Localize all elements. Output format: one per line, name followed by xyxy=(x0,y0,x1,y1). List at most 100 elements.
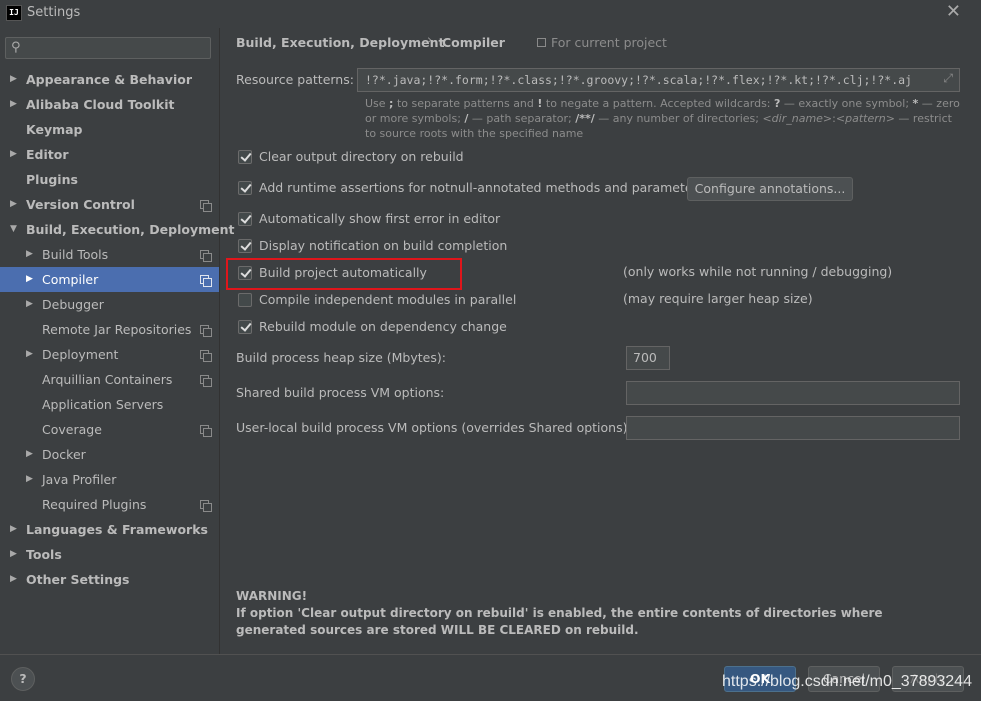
tree-item-remote-jar-repositories[interactable]: Remote Jar Repositories xyxy=(0,317,219,342)
collapsed-arrow-icon[interactable]: ▶ xyxy=(26,467,38,492)
user-vm-options-label: User-local build process VM options (ove… xyxy=(236,420,632,435)
collapsed-arrow-icon[interactable]: ▶ xyxy=(10,517,22,542)
rebuild-on-dependency-label: Rebuild module on dependency change xyxy=(259,319,507,334)
shared-vm-options-field[interactable] xyxy=(626,381,960,405)
tree-item-label: Languages & Frameworks xyxy=(26,522,208,537)
tree-item-appearance-behavior[interactable]: ▶ Appearance & Behavior xyxy=(0,67,219,92)
collapsed-arrow-icon[interactable]: ▶ xyxy=(10,92,22,117)
project-level-icon xyxy=(200,375,212,387)
collapsed-arrow-icon[interactable]: ▶ xyxy=(10,542,22,567)
collapsed-arrow-icon[interactable]: ▶ xyxy=(10,67,22,92)
expand-icon[interactable]: ⤢ xyxy=(943,71,953,86)
collapsed-arrow-icon[interactable]: ▶ xyxy=(26,442,38,467)
tree-item-compiler[interactable]: ▶ Compiler xyxy=(0,267,219,292)
parallel-compile-checkbox[interactable] xyxy=(238,293,252,307)
tree-item-required-plugins[interactable]: Required Plugins xyxy=(0,492,219,517)
tree-item-label: Coverage xyxy=(42,422,102,437)
search-input[interactable] xyxy=(32,40,202,56)
tree-item-label: Application Servers xyxy=(42,397,164,412)
tree-item-deployment[interactable]: ▶ Deployment xyxy=(0,342,219,367)
collapsed-arrow-icon[interactable]: ▶ xyxy=(26,292,38,317)
clear-output-checkbox[interactable] xyxy=(238,150,252,164)
heap-size-value: 700 xyxy=(633,350,657,365)
breadcrumb-separator: › xyxy=(427,33,433,48)
tree-item-plugins[interactable]: Plugins xyxy=(0,167,219,192)
project-level-icon xyxy=(200,350,212,362)
settings-tree: ▶ Appearance & Behavior ▶ Alibaba Cloud Too… xyxy=(0,67,234,592)
tree-item-application-servers[interactable]: Application Servers xyxy=(0,392,219,417)
tree-item-java-profiler[interactable]: ▶ Java Profiler xyxy=(0,467,219,492)
build-notification-label: Display notification on build completion xyxy=(259,238,508,253)
tree-item-label: Alibaba Cloud Toolkit xyxy=(26,97,175,112)
collapsed-arrow-icon[interactable]: ▶ xyxy=(26,242,38,267)
tree-item-build-tools[interactable]: ▶ Build Tools xyxy=(0,242,219,267)
tree-item-tools[interactable]: ▶ Tools xyxy=(0,542,219,567)
tree-item-label: Build, Execution, Deployment xyxy=(26,222,235,237)
collapsed-arrow-icon[interactable]: ▶ xyxy=(10,567,22,592)
resource-patterns-label: Resource patterns: xyxy=(236,72,354,87)
project-level-icon xyxy=(200,200,212,212)
runtime-assertions-checkbox[interactable] xyxy=(238,181,252,195)
window-title: Settings xyxy=(27,5,81,20)
close-icon[interactable]: ✕ xyxy=(946,3,961,21)
tree-item-label: Version Control xyxy=(26,197,135,212)
tree-item-label: Build Tools xyxy=(42,247,109,262)
tree-item-debugger[interactable]: ▶ Debugger xyxy=(0,292,219,317)
help-button[interactable]: ? xyxy=(11,667,35,691)
expanded-arrow-icon[interactable]: ▼ xyxy=(10,217,22,242)
rebuild-on-dependency-checkbox[interactable] xyxy=(238,320,252,334)
project-level-icon xyxy=(200,275,212,287)
tree-item-keymap[interactable]: Keymap xyxy=(0,117,219,142)
show-first-error-checkbox[interactable] xyxy=(238,212,252,226)
collapsed-arrow-icon[interactable]: ▶ xyxy=(10,192,22,217)
heap-size-field[interactable]: 700 xyxy=(626,346,670,370)
tree-item-label: Compiler xyxy=(42,272,99,287)
configure-annotations-button[interactable]: Configure annotations... xyxy=(687,177,853,201)
clear-output-label: Clear output directory on rebuild xyxy=(259,149,464,164)
collapsed-arrow-icon[interactable]: ▶ xyxy=(26,267,38,292)
resource-patterns-hint: Use ; to separate patterns and ! to nega… xyxy=(365,97,960,140)
tree-item-other-settings[interactable]: ▶ Other Settings xyxy=(0,567,219,592)
tree-item-languages-frameworks[interactable]: ▶ Languages & Frameworks xyxy=(0,517,219,542)
tree-item-label: Java Profiler xyxy=(42,472,117,487)
tree-item-label: Other Settings xyxy=(26,572,130,587)
rebuild-warning: WARNING! If option 'Clear output directo… xyxy=(236,588,956,639)
breadcrumb-parent[interactable]: Build, Execution, Deployment xyxy=(236,35,444,50)
build-automatically-label: Build project automatically xyxy=(259,265,427,280)
runtime-assertions-label: Add runtime assertions for notnull-annot… xyxy=(259,180,705,195)
tree-item-docker[interactable]: ▶ Docker xyxy=(0,442,219,467)
scope-label: For current project xyxy=(551,35,667,50)
warning-title: WARNING! xyxy=(236,589,308,603)
settings-search-box[interactable]: ⚲ xyxy=(5,37,211,59)
build-automatically-checkbox[interactable] xyxy=(238,266,252,280)
tree-item-label: Remote Jar Repositories xyxy=(42,322,192,337)
title-bar: IJ Settings ✕ xyxy=(0,0,981,28)
watermark: https://blog.csdn.net/m0_37893244 xyxy=(722,673,972,690)
tree-item-editor[interactable]: ▶ Editor xyxy=(0,142,219,167)
tree-item-alibaba-cloud-toolkit[interactable]: ▶ Alibaba Cloud Toolkit xyxy=(0,92,219,117)
build-notification-checkbox[interactable] xyxy=(238,239,252,253)
tree-item-arquillian-containers[interactable]: Arquillian Containers xyxy=(0,367,219,392)
resource-patterns-value: !?*.java;!?*.form;!?*.class;!?*.groovy;!… xyxy=(365,73,912,87)
breadcrumb-current: Compiler xyxy=(442,35,505,50)
show-first-error-label: Automatically show first error in editor xyxy=(259,211,501,226)
intellij-app-icon: IJ xyxy=(6,5,22,21)
compiler-settings-panel: Build, Execution, Deployment › Compiler … xyxy=(221,28,981,654)
tree-item-label: Deployment xyxy=(42,347,119,362)
user-vm-options-field[interactable] xyxy=(626,416,960,440)
tree-item-label: Required Plugins xyxy=(42,497,147,512)
tree-item-label: Appearance & Behavior xyxy=(26,72,192,87)
settings-sidebar: ⚲ ▶ Appearance & Behavior ▶ Alibaba Cloud T… xyxy=(0,28,234,654)
tree-item-build-execution-deployment[interactable]: ▼ Build, Execution, Deployment xyxy=(0,217,234,242)
project-level-icon xyxy=(200,500,212,512)
tree-item-coverage[interactable]: Coverage xyxy=(0,417,219,442)
warning-body: If option 'Clear output directory on reb… xyxy=(236,606,883,637)
collapsed-arrow-icon[interactable]: ▶ xyxy=(26,342,38,367)
dialog-footer: ? OK Cancel Apply https://blog.csdn.net/… xyxy=(0,654,981,701)
tree-item-version-control[interactable]: ▶ Version Control xyxy=(0,192,219,217)
resource-patterns-field[interactable]: !?*.java;!?*.form;!?*.class;!?*.groovy;!… xyxy=(357,68,960,92)
shared-vm-options-label: Shared build process VM options: xyxy=(236,385,445,400)
project-level-icon xyxy=(200,250,212,262)
collapsed-arrow-icon[interactable]: ▶ xyxy=(10,142,22,167)
parallel-compile-label: Compile independent modules in parallel xyxy=(259,292,517,307)
